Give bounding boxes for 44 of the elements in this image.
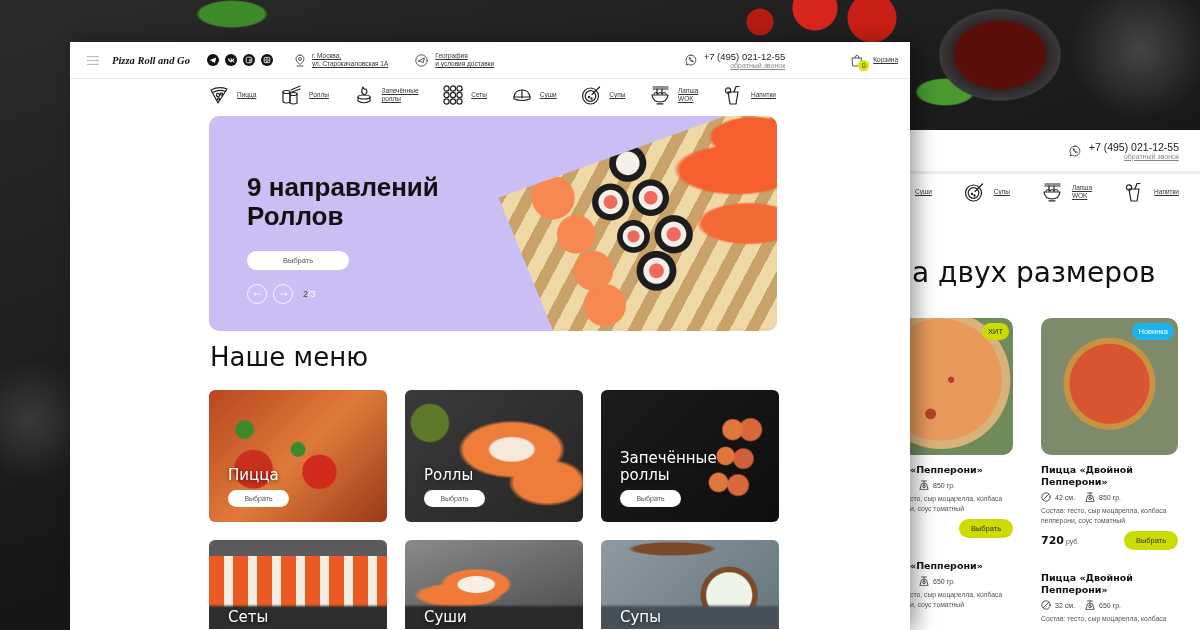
- scale-icon: [919, 576, 929, 586]
- card-title: Сеты: [228, 609, 269, 626]
- menu-card[interactable]: Сеты: [209, 540, 387, 629]
- card-title: Роллы: [424, 467, 474, 484]
- scale-icon: [1085, 600, 1095, 610]
- banner-title: 9 направлений Роллов: [247, 173, 440, 231]
- product-name: «Пепперони»: [910, 464, 984, 476]
- location-pin-icon: [294, 53, 305, 67]
- menu-card[interactable]: Супы: [601, 540, 779, 629]
- plane-circle-icon: [415, 53, 429, 67]
- product-name: «Пепперони»: [910, 560, 984, 572]
- product-name: Пицца «Двойной Пепперони»: [1041, 464, 1134, 488]
- slide-counter: 2/3: [303, 289, 316, 299]
- pizza-slice-icon[interactable]: [209, 85, 229, 105]
- arrow-left-icon: [252, 291, 262, 297]
- noodle-bowl-icon[interactable]: [650, 85, 671, 105]
- product-name: Пицца «Двойной Пепперони»: [1041, 572, 1134, 596]
- phone-number[interactable]: +7 (495) 021-12-55: [1088, 140, 1179, 153]
- card-title: Запечённые роллы: [620, 450, 718, 484]
- section-heading: а двух размеров: [912, 256, 1157, 290]
- diameter-icon: [1041, 600, 1051, 610]
- section-heading: Наше меню: [210, 342, 370, 372]
- sushi-rolls-icon[interactable]: [281, 85, 302, 105]
- noodle-bowl-icon[interactable]: [1041, 182, 1062, 202]
- logo[interactable]: Pizza Roll and Go: [112, 54, 190, 66]
- social-icon[interactable]: [242, 54, 255, 66]
- phone-number[interactable]: +7 (495) 021-12-55: [703, 50, 786, 62]
- scale-icon: [919, 480, 929, 490]
- menu-card[interactable]: Суши: [405, 540, 583, 629]
- card-title: Супы: [620, 609, 661, 626]
- shopping-bag-icon[interactable]: [851, 53, 864, 67]
- social-icon[interactable]: [224, 54, 237, 66]
- circle-grid-icon[interactable]: [443, 85, 464, 105]
- paper-plane-icon[interactable]: [206, 54, 219, 66]
- card-title: Суши: [424, 609, 467, 626]
- diameter-icon: [1041, 492, 1051, 502]
- soup-bowl-icon[interactable]: [581, 85, 602, 105]
- card-title: Пицца: [228, 467, 279, 484]
- soup-bowl-icon[interactable]: [963, 182, 984, 202]
- arrow-right-icon: [278, 291, 288, 297]
- camera-icon[interactable]: [260, 54, 273, 66]
- phone-bubble-icon: [1068, 144, 1081, 157]
- scale-icon: [1085, 492, 1095, 502]
- phone-bubble-icon: [684, 54, 697, 66]
